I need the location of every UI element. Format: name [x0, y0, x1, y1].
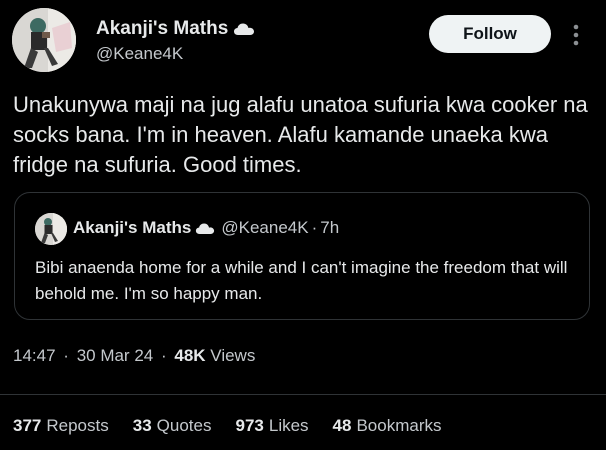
meta-separator: · — [63, 346, 69, 365]
likes-stat[interactable]: 973 Likes — [235, 416, 308, 436]
quote-author-handle[interactable]: @Keane4K — [221, 218, 308, 238]
views-count: 48K — [174, 346, 206, 365]
more-vertical-icon[interactable] — [570, 22, 582, 48]
author-name-row[interactable]: Akanji's Maths — [96, 18, 255, 40]
tweet-meta: 14:47 · 30 Mar 24 · 48K Views — [13, 346, 255, 366]
tweet-time[interactable]: 14:47 — [13, 346, 56, 365]
quote-author-name[interactable]: Akanji's Maths — [73, 218, 191, 238]
likes-count: 973 — [235, 416, 264, 435]
tweet-date[interactable]: 30 Mar 24 — [77, 346, 154, 365]
meta-separator: · — [160, 346, 167, 365]
bookmarks-count: 48 — [332, 416, 352, 435]
reposts-stat[interactable]: 377 Reposts — [13, 416, 109, 436]
tweet-text: Unakunywa maji na jug alafu unatoa sufur… — [13, 92, 588, 177]
quote-time[interactable]: 7h — [320, 218, 339, 238]
cloud-icon — [196, 223, 215, 234]
cloud-icon — [234, 23, 255, 35]
quotes-stat[interactable]: 33 Quotes — [133, 416, 212, 436]
author-avatar[interactable] — [12, 8, 76, 72]
author-handle[interactable]: @Keane4K — [96, 44, 255, 64]
likes-label: Likes — [268, 416, 309, 435]
follow-button[interactable]: Follow — [429, 15, 551, 53]
quotes-label: Quotes — [156, 416, 212, 435]
quote-text: Bibi anaenda home for a while and I can'… — [35, 258, 568, 303]
quote-tweet-card[interactable]: Akanji's Maths @Keane4K · 7h Bibi anaend… — [14, 192, 590, 320]
views-label: Views — [210, 346, 256, 365]
bookmarks-stat[interactable]: 48 Bookmarks — [333, 416, 442, 436]
engagement-stats: 377 Reposts 33 Quotes 973 Likes 48 Bookmarks — [13, 416, 466, 436]
author-block: Akanji's Maths @Keane4K — [96, 18, 255, 64]
quote-author-avatar[interactable] — [35, 213, 67, 245]
divider — [0, 394, 606, 395]
quote-separator: · — [311, 218, 318, 237]
author-name[interactable]: Akanji's Maths — [96, 18, 228, 40]
reposts-label: Reposts — [46, 416, 109, 435]
bookmarks-label: Bookmarks — [356, 416, 442, 435]
quotes-count: 33 — [132, 416, 152, 435]
quote-header: Akanji's Maths @Keane4K · 7h — [73, 218, 339, 238]
reposts-count: 377 — [13, 416, 42, 435]
